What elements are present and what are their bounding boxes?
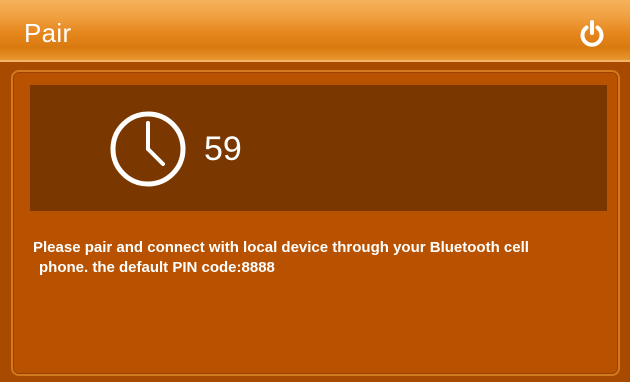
power-button[interactable] xyxy=(572,14,612,54)
pair-screen: Pair 59 Please pair and connect with loc… xyxy=(0,0,630,382)
countdown-value: 59 xyxy=(204,130,242,168)
instructions-line-2: phone. the default PIN code:8888 xyxy=(39,259,275,276)
power-icon xyxy=(580,20,604,47)
page-title: Pair xyxy=(24,18,72,48)
countdown-box: 59 xyxy=(30,85,607,211)
pairing-panel: 59 Please pair and connect with local de… xyxy=(11,70,620,376)
clock-icon xyxy=(110,111,186,187)
instructions-line-1: Please pair and connect with local devic… xyxy=(33,239,529,256)
pairing-instructions: Please pair and connect with local devic… xyxy=(33,238,613,278)
title-bar: Pair xyxy=(0,0,630,62)
